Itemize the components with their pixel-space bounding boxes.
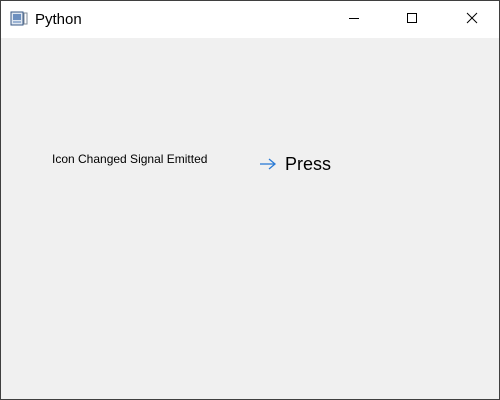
maximize-button[interactable] [389,1,435,38]
signal-status-label: Icon Changed Signal Emitted [52,152,208,166]
window-title: Python [35,11,82,28]
app-window: Python Icon Changed Signal Emitted Press [0,0,500,400]
minimize-button[interactable] [331,1,377,38]
python-window-icon [10,11,28,27]
close-button[interactable] [449,1,495,38]
press-button-label: Press [285,154,332,174]
maximize-icon [406,11,418,29]
client-area: Icon Changed Signal Emitted Press [1,38,499,399]
arrow-right-icon [257,153,279,175]
minimize-icon [348,11,360,29]
title-bar[interactable]: Python [1,1,499,38]
close-icon [466,11,478,29]
press-button[interactable]: Press [254,146,364,182]
